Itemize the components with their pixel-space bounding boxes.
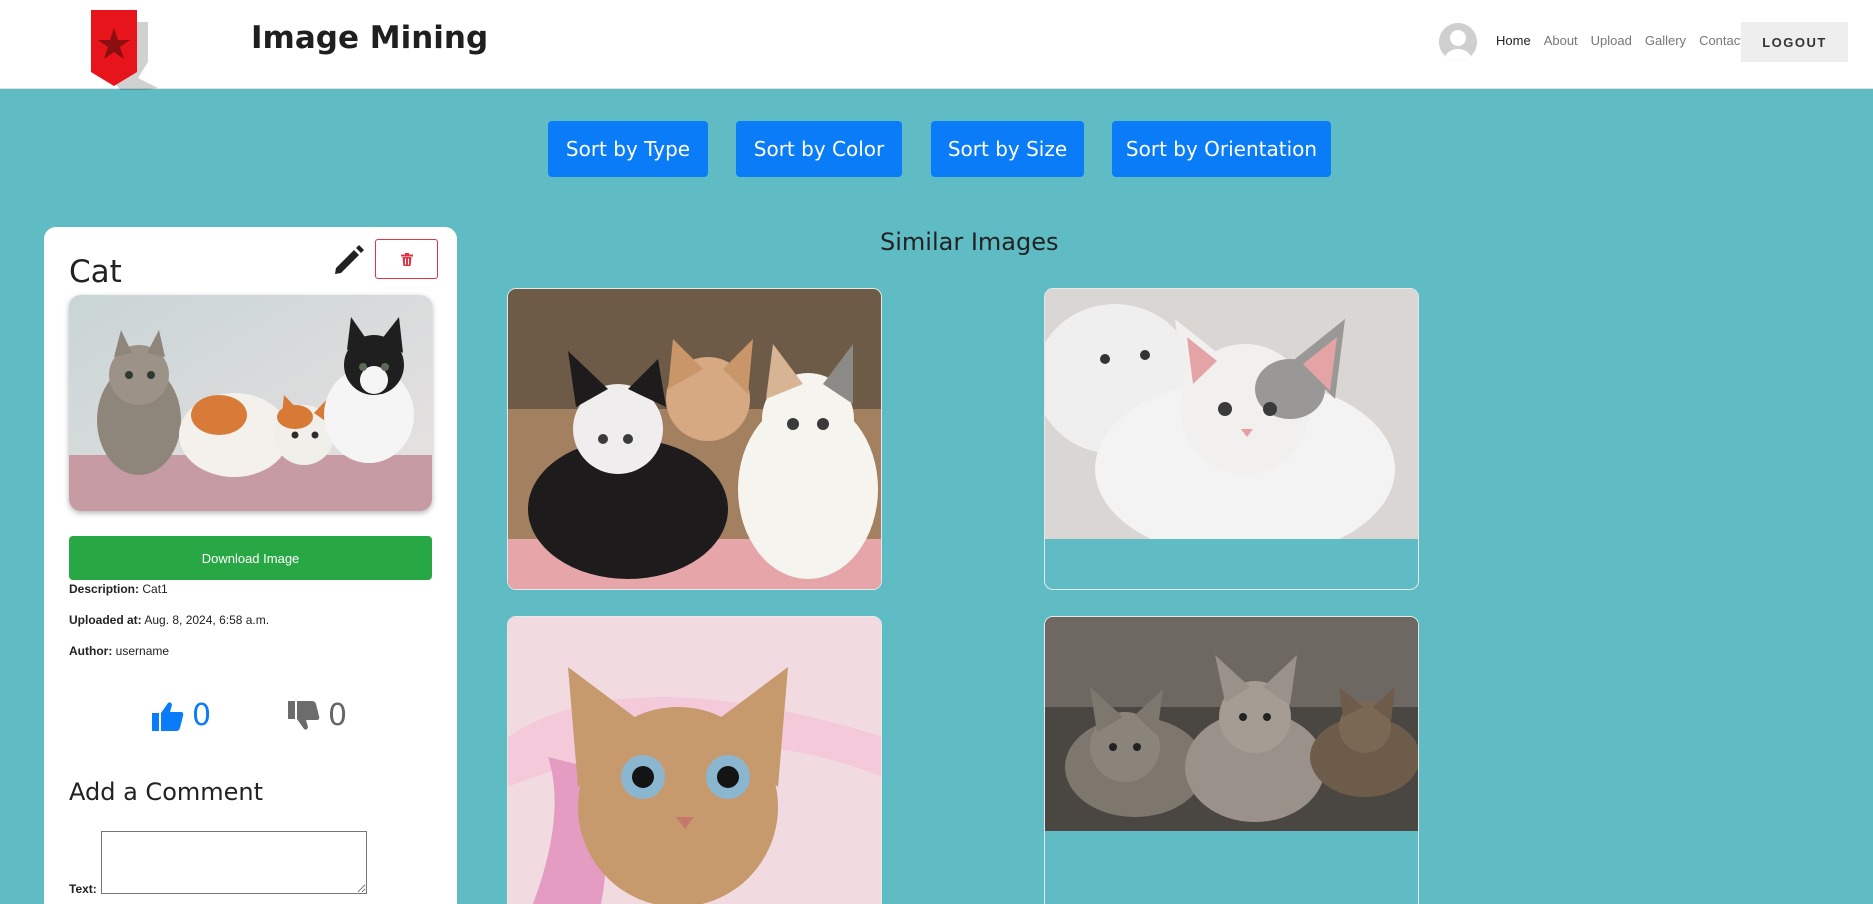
nav-contact-link[interactable]: Contact bbox=[1699, 33, 1744, 48]
site-title: Image Mining bbox=[251, 20, 489, 56]
like-button[interactable]: 0 bbox=[152, 698, 211, 733]
logo-icon[interactable] bbox=[88, 10, 168, 94]
comment-text-input[interactable] bbox=[101, 831, 367, 894]
author-label: Author: bbox=[69, 644, 113, 658]
similar-image-card-4[interactable] bbox=[1044, 616, 1419, 904]
image-detail-card: Cat Download Image Description: Cat1 Upl… bbox=[44, 227, 457, 904]
description-label: Description: bbox=[69, 582, 140, 596]
logout-button[interactable]: LOGOUT bbox=[1741, 22, 1848, 62]
thumbs-down-icon bbox=[288, 700, 320, 730]
uploaded-value: Aug. 8, 2024, 6:58 a.m. bbox=[144, 613, 270, 627]
delete-button[interactable] bbox=[375, 239, 438, 279]
image-title: Cat bbox=[69, 254, 122, 290]
add-comment-heading: Add a Comment bbox=[69, 778, 264, 806]
comment-text-label: Text: bbox=[69, 882, 97, 896]
site-header: Image Mining Home About Upload Gallery C… bbox=[0, 0, 1873, 94]
uploaded-row: Uploaded at: Aug. 8, 2024, 6:58 a.m. bbox=[69, 613, 269, 627]
uploaded-label: Uploaded at: bbox=[69, 613, 142, 627]
dislike-count: 0 bbox=[328, 698, 348, 733]
nav-upload-link[interactable]: Upload bbox=[1591, 33, 1632, 48]
avatar[interactable] bbox=[1439, 23, 1477, 61]
author-row: Author: username bbox=[69, 644, 169, 658]
nav-about-link[interactable]: About bbox=[1544, 33, 1578, 48]
author-value: username bbox=[115, 644, 170, 658]
pencil-icon[interactable] bbox=[331, 243, 365, 277]
main-nav: Home About Upload Gallery Contact bbox=[1496, 33, 1757, 48]
sort-by-orientation-button[interactable]: Sort by Orientation bbox=[1112, 121, 1331, 177]
thumbs-up-icon bbox=[152, 701, 184, 731]
sort-by-type-button[interactable]: Sort by Type bbox=[548, 121, 708, 177]
nav-home-link[interactable]: Home bbox=[1496, 33, 1531, 48]
description-row: Description: Cat1 bbox=[69, 582, 168, 596]
description-value: Cat1 bbox=[142, 582, 168, 596]
trash-icon bbox=[400, 252, 413, 266]
sort-by-color-button[interactable]: Sort by Color bbox=[736, 121, 902, 177]
like-count: 0 bbox=[192, 698, 212, 733]
main-image bbox=[69, 295, 432, 511]
download-image-button[interactable]: Download Image bbox=[69, 536, 432, 580]
similar-image-card-3[interactable] bbox=[507, 616, 882, 904]
similar-images-heading: Similar Images bbox=[880, 228, 1059, 256]
similar-image-card-2[interactable] bbox=[1044, 288, 1419, 590]
dislike-button[interactable]: 0 bbox=[288, 698, 347, 733]
nav-gallery-link[interactable]: Gallery bbox=[1645, 33, 1686, 48]
similar-image-card-1[interactable] bbox=[507, 288, 882, 590]
sort-by-size-button[interactable]: Sort by Size bbox=[931, 121, 1084, 177]
